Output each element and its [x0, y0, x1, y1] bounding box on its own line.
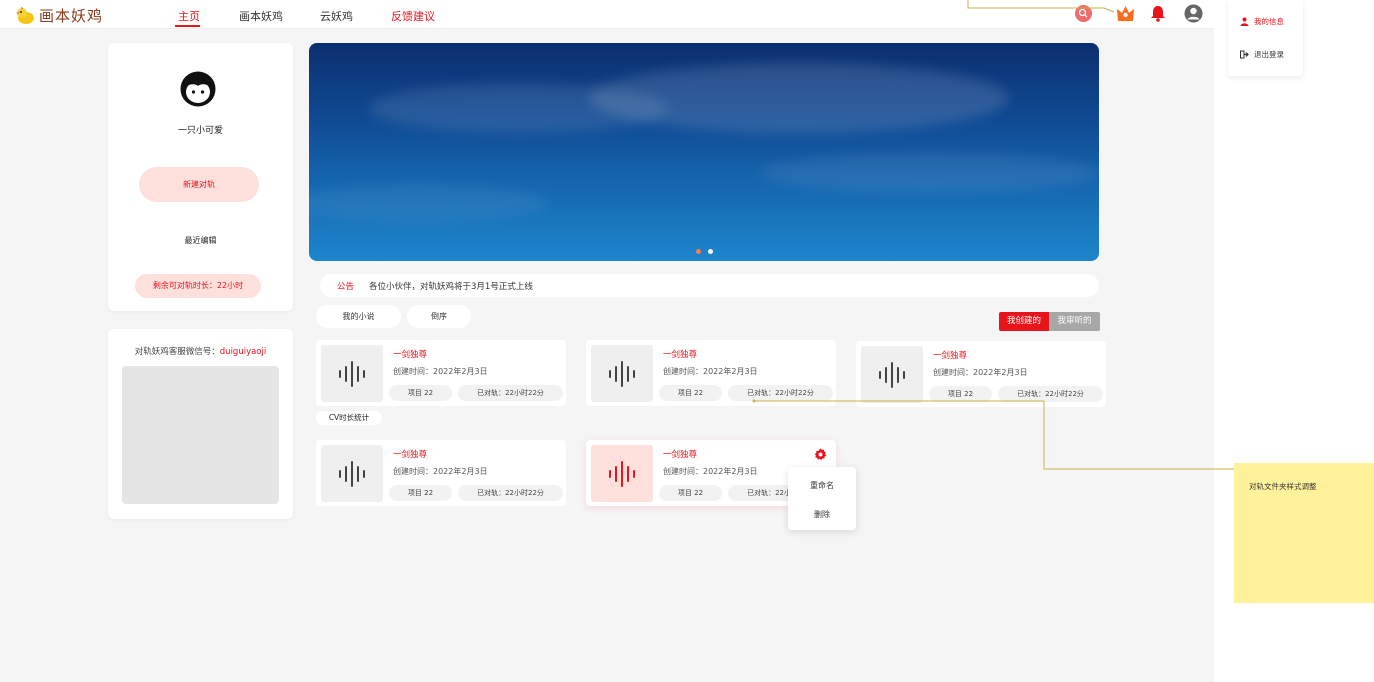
banner-carousel[interactable]: [309, 43, 1099, 261]
file-card[interactable]: 一剑独尊 创建时间：2022年2月3日 项目 22 已对轨：22小时22分: [316, 440, 566, 506]
logout-menu-item[interactable]: 退出登录: [1240, 49, 1284, 60]
file-thumbnail: [861, 346, 923, 403]
delete-menu-item[interactable]: 删除: [788, 509, 856, 520]
file-title: 一剑独尊: [393, 350, 428, 360]
carousel-dot-1[interactable]: [696, 249, 701, 254]
tab-reviewed[interactable]: 我审听的: [1049, 312, 1100, 331]
my-novels-filter[interactable]: 我的小说: [316, 305, 401, 328]
file-thumbnail: [321, 345, 383, 402]
bell-icon[interactable]: [1150, 5, 1166, 22]
file-card[interactable]: 一剑独尊 创建时间：2022年2月3日 项目 22 已对轨：22小时22分: [316, 340, 566, 406]
notice-text: 各位小伙伴，对轨妖鸡将于3月1号正式上线: [369, 282, 533, 292]
file-duration: 已对轨：22小时22分: [458, 485, 563, 501]
service-label: 对轨妖鸡客服微信号：: [134, 347, 220, 357]
logout-icon: [1240, 50, 1249, 59]
crown-icon[interactable]: [1116, 5, 1135, 22]
file-title: 一剑独尊: [663, 450, 698, 460]
notice-tag: 公告: [337, 282, 355, 292]
file-item-count: 项目 22: [389, 385, 452, 401]
file-item-count: 项目 22: [929, 386, 992, 402]
rename-menu-item[interactable]: 重命名: [788, 480, 856, 491]
file-date: 创建时间：2022年2月3日: [933, 368, 1028, 377]
file-context-menu: [788, 467, 856, 530]
file-thumbnail: [321, 445, 383, 502]
file-duration: 已对轨：22小时22分: [728, 385, 833, 401]
service-wechat-id: duiguiyaoji: [219, 347, 267, 357]
sticky-note-text: 对轨文件夹样式调整: [1249, 482, 1317, 491]
waveform-icon: [339, 460, 365, 487]
waveform-icon: [339, 360, 365, 387]
user-dropdown: [1228, 0, 1303, 76]
cv-stats-tag[interactable]: CV时长统计: [316, 411, 382, 425]
service-info: 对轨妖鸡客服微信号：duiguiyaoji: [108, 345, 293, 357]
file-thumbnail: [591, 445, 653, 502]
logo-chick-icon: [16, 6, 34, 24]
waveform-icon: [609, 360, 635, 387]
file-title: 一剑独尊: [663, 350, 698, 360]
recent-edit-link[interactable]: 最近编辑: [108, 235, 293, 246]
file-item-count: 项目 22: [659, 485, 722, 501]
person-icon: [1240, 17, 1249, 26]
file-card[interactable]: 一剑独尊 创建时间：2022年2月3日 项目 22 已对轨：22小时22分: [586, 340, 836, 406]
tab-created[interactable]: 我创建的: [999, 312, 1049, 331]
file-thumbnail: [591, 345, 653, 402]
qr-code-placeholder: [122, 366, 279, 504]
search-icon[interactable]: [1075, 5, 1092, 22]
file-duration: 已对轨：22小时22分: [458, 385, 563, 401]
file-duration: 已对轨：22小时22分: [998, 386, 1103, 402]
waveform-icon: [879, 361, 905, 388]
username: 一只小可爱: [177, 126, 223, 136]
file-date: 创建时间：2022年2月3日: [663, 467, 758, 476]
reverse-order-filter[interactable]: 倒序: [407, 305, 471, 328]
my-info-label: 我的信息: [1254, 17, 1284, 26]
logout-label: 退出登录: [1254, 50, 1284, 59]
nav-feedback[interactable]: 反馈建议: [391, 8, 435, 24]
gear-icon[interactable]: [814, 448, 827, 461]
nav-active-indicator: [175, 25, 200, 27]
logo[interactable]: 画本妖鸡: [14, 5, 103, 26]
file-item-count: 项目 22: [389, 485, 452, 501]
file-item-count: 项目 22: [659, 385, 722, 401]
remaining-time-badge: 剩余可对轨时长：22小时: [135, 274, 261, 298]
nav-home[interactable]: 主页: [178, 8, 200, 24]
file-date: 创建时间：2022年2月3日: [393, 367, 488, 376]
file-date: 创建时间：2022年2月3日: [393, 467, 488, 476]
user-icon[interactable]: [1184, 4, 1203, 23]
my-info-menu-item[interactable]: 我的信息: [1240, 16, 1284, 27]
file-date: 创建时间：2022年2月3日: [663, 367, 758, 376]
waveform-icon: [609, 460, 635, 487]
file-card[interactable]: 一剑独尊 创建时间：2022年2月3日 项目 22 已对轨：22小时22分: [856, 341, 1106, 407]
new-alignment-button[interactable]: 新建对轨: [139, 167, 259, 202]
file-title: 一剑独尊: [933, 351, 968, 361]
file-title: 一剑独尊: [393, 450, 428, 460]
nav-cloud[interactable]: 云妖鸡: [320, 8, 353, 24]
nav-huaben[interactable]: 画本妖鸡: [239, 8, 283, 24]
face-avatar-icon: [180, 71, 216, 107]
logo-text: 画本妖鸡: [39, 7, 104, 25]
carousel-dot-2[interactable]: [708, 249, 713, 254]
